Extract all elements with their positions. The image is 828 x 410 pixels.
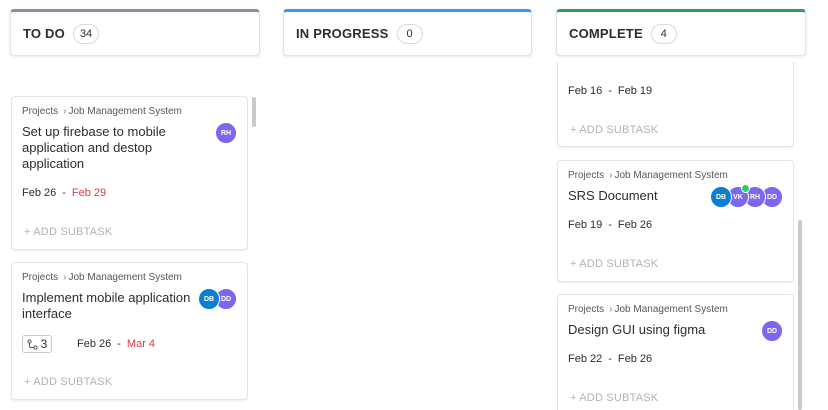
date-separator: - [117, 338, 121, 350]
avatar[interactable]: RH [215, 122, 237, 144]
avatar[interactable]: DD [761, 320, 783, 342]
start-date: Feb 26 [77, 338, 112, 350]
chevron-right-icon: › [609, 170, 613, 181]
add-subtask-button[interactable]: + ADD SUBTASK [24, 376, 112, 388]
breadcrumb-project[interactable]: Job Management System [614, 170, 727, 181]
breadcrumb-root[interactable]: Projects [568, 170, 604, 181]
avatar[interactable]: DB [198, 288, 220, 310]
avatar[interactable]: DB [710, 186, 732, 208]
column-title: IN PROGRESS [296, 26, 389, 41]
breadcrumb: Projects › Job Management System [568, 304, 728, 315]
date-separator: - [62, 187, 66, 199]
breadcrumb: Projects › Job Management System [22, 272, 182, 283]
task-count-badge: 34 [72, 23, 100, 44]
start-date: Feb 19 [568, 219, 603, 231]
date-separator: - [608, 353, 612, 365]
task-card[interactable]: Projects › Job Management System Set up fi… [11, 96, 248, 250]
assignees[interactable]: DD DB [198, 288, 237, 310]
todo-lane[interactable]: Projects › Job Management System Set up fi… [11, 62, 248, 410]
add-subtask-button[interactable]: + ADD SUBTASK [570, 258, 658, 270]
column-title: COMPLETE [569, 26, 643, 41]
assignees[interactable]: DD [761, 320, 783, 342]
breadcrumb-root[interactable]: Projects [568, 304, 604, 315]
add-subtask-button[interactable]: + ADD SUBTASK [24, 226, 112, 238]
subtask-count-button[interactable]: 3 [22, 335, 52, 353]
column-title: TO DO [23, 26, 65, 41]
due-date: Feb 26 [617, 219, 653, 231]
column-header-todo[interactable]: TO DO 34 [10, 9, 260, 56]
assignees[interactable]: RH [215, 122, 237, 144]
chevron-right-icon: › [63, 106, 67, 117]
online-status-dot [741, 184, 750, 193]
task-dates[interactable]: Feb 26- Mar 4 [77, 338, 155, 350]
task-name[interactable]: Implement mobile application interface [22, 290, 202, 322]
avatar-initials: VK [733, 193, 743, 201]
subtask-icon [27, 338, 38, 350]
due-date: Feb 19 [617, 85, 653, 97]
start-date: Feb 16 [568, 85, 603, 97]
task-card[interactable]: Projects › Job Management System Design GU… [557, 294, 794, 410]
breadcrumb: Projects › Job Management System [568, 170, 728, 181]
add-subtask-button[interactable]: + ADD SUBTASK [570, 124, 658, 136]
subtask-count: 3 [40, 337, 48, 351]
start-date: Feb 26 [22, 187, 57, 199]
breadcrumb-project[interactable]: Job Management System [68, 272, 181, 283]
add-subtask-button[interactable]: + ADD SUBTASK [570, 392, 658, 404]
task-card[interactable]: Feb 16- Feb 19 + ADD SUBTASK [557, 62, 794, 147]
complete-lane[interactable]: Feb 16- Feb 19 + ADD SUBTASK Projects › Job… [557, 62, 794, 410]
breadcrumb-root[interactable]: Projects [22, 272, 58, 283]
column-header-complete[interactable]: COMPLETE 4 [556, 9, 806, 56]
column-header-in-progress[interactable]: IN PROGRESS 0 [283, 9, 532, 56]
date-separator: - [608, 219, 612, 231]
task-dates[interactable]: Feb 26- Feb 29 [22, 187, 106, 199]
complete-scrollbar[interactable] [798, 220, 802, 410]
breadcrumb: Projects › Job Management System [22, 106, 182, 117]
task-name[interactable]: SRS Document [568, 188, 708, 204]
chevron-right-icon: › [63, 272, 67, 283]
due-date: Mar 4 [126, 338, 156, 350]
task-card[interactable]: Projects › Job Management System SRS Docum… [557, 160, 794, 282]
task-name[interactable]: Set up firebase to mobile application an… [22, 124, 207, 172]
start-date: Feb 22 [568, 353, 603, 365]
chevron-right-icon: › [609, 304, 613, 315]
breadcrumb-project[interactable]: Job Management System [68, 106, 181, 117]
task-count-badge: 4 [650, 23, 677, 44]
todo-scrollbar[interactable] [252, 97, 256, 127]
due-date: Feb 26 [617, 353, 653, 365]
task-dates[interactable]: Feb 22- Feb 26 [568, 353, 652, 365]
task-dates[interactable]: Feb 19- Feb 26 [568, 219, 652, 231]
task-name[interactable]: Design GUI using figma [568, 322, 738, 338]
task-count-badge: 0 [396, 23, 423, 44]
assignees[interactable]: DD RH VK DB [710, 184, 783, 208]
due-date: Feb 29 [71, 187, 107, 199]
breadcrumb-root[interactable]: Projects [22, 106, 58, 117]
breadcrumb-project[interactable]: Job Management System [614, 304, 727, 315]
task-card[interactable]: Projects › Job Management System Implement… [11, 262, 248, 400]
in-progress-lane[interactable] [283, 62, 532, 410]
date-separator: - [608, 85, 612, 97]
task-dates[interactable]: Feb 16- Feb 19 [568, 85, 652, 97]
